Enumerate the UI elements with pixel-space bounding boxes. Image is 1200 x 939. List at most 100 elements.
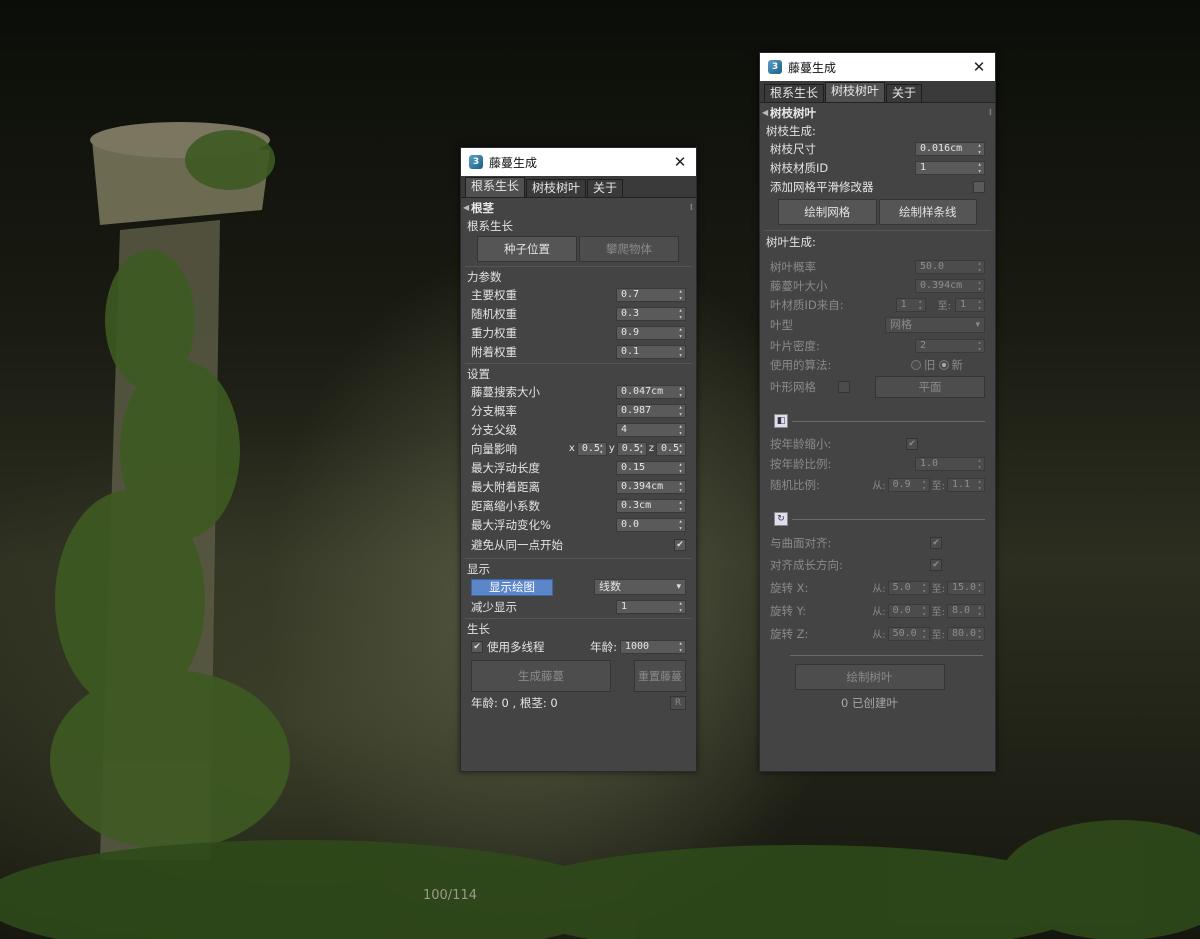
scale-ratio-spinner[interactable]: 1.0	[915, 457, 985, 471]
tab-root-growth[interactable]: 根系生长	[764, 84, 825, 102]
random-scale-to-spinner[interactable]: 1.1	[947, 477, 985, 492]
label: 随机比例:	[770, 477, 820, 492]
scale-section-header: ◧	[762, 400, 993, 434]
branch-parent-spinner[interactable]: 4	[616, 422, 686, 437]
titlebar[interactable]: 3 藤蔓生成 ✕	[760, 53, 995, 81]
scale-by-age-checkbox[interactable]: ✔	[906, 437, 918, 450]
reset-vine-button[interactable]: 重置藤蔓	[634, 660, 686, 692]
collapse-icon[interactable]: ◀	[762, 103, 768, 123]
random-weight-spinner[interactable]: 0.3	[616, 306, 686, 321]
tab-branch-leaf[interactable]: 树枝树叶	[526, 179, 587, 197]
leaf-prob-spinner[interactable]: 50.0	[915, 259, 985, 274]
climb-object-button[interactable]: 攀爬物体	[579, 236, 679, 262]
attach-distance-spinner[interactable]: 0.394cm	[616, 479, 686, 494]
group-label: 设置	[467, 367, 490, 381]
r-button[interactable]: R	[670, 696, 686, 710]
rotate-z-from-spinner[interactable]: 50.0	[887, 626, 930, 641]
draw-mesh-button[interactable]: 绘制网格	[778, 199, 877, 225]
plane-button[interactable]: 平面	[875, 376, 985, 398]
draw-leaf-button[interactable]: 绘制树叶	[794, 664, 945, 690]
leaf-matid-to-spinner[interactable]: 1	[955, 297, 985, 312]
branch-size-spinner[interactable]: 0.016cm	[915, 141, 985, 156]
label: 分支父级	[471, 422, 517, 437]
reduce-display-spinner[interactable]: 1	[616, 599, 686, 614]
direction-z-spinner[interactable]: 0.5	[656, 441, 686, 456]
label: 叶片密度:	[770, 338, 820, 353]
to-label: 至:	[931, 630, 945, 641]
x-label: x	[568, 443, 575, 454]
draw-spline-button[interactable]: 绘制样条线	[878, 199, 977, 225]
rotate-y-to-spinner[interactable]: 8.0	[947, 603, 985, 618]
tab-bar: 根系生长 树枝树叶 关于	[760, 81, 995, 103]
row-algorithm: 使用的算法: 旧 新	[762, 355, 993, 374]
divider	[465, 618, 692, 619]
rotate-x-from-spinner[interactable]: 5.0	[887, 580, 930, 595]
rollout-header[interactable]: ◀ 根茎 ⁞	[461, 198, 696, 218]
leaf-mesh-checkbox[interactable]	[838, 381, 850, 393]
leaf-density-spinner[interactable]: 2	[915, 338, 985, 353]
leaf-status-text: 0 已创建叶	[841, 696, 898, 710]
row-scale-ratio: 按年龄比例: 1.0	[762, 453, 993, 475]
label: 藤蔓搜索大小	[471, 384, 540, 399]
divider	[764, 230, 991, 231]
align-growth-checkbox[interactable]: ✔	[930, 559, 942, 571]
leaf-type-dropdown[interactable]: 网格	[885, 317, 985, 333]
rotate-section-header: ↻	[762, 494, 993, 532]
label: 树叶概率	[770, 259, 816, 274]
rotate-x-to-spinner[interactable]: 15.0	[947, 580, 985, 595]
align-surface-checkbox[interactable]: ✔	[930, 537, 942, 549]
tab-bar: 根系生长 树枝树叶 关于	[461, 176, 696, 198]
from-label: 从:	[872, 584, 886, 595]
row-leaf-mesh: 叶形网格 平面	[762, 374, 993, 400]
float-variation-spinner[interactable]: 0.0	[616, 517, 686, 532]
mesh-smooth-checkbox[interactable]	[973, 180, 985, 193]
float-length-spinner[interactable]: 0.15	[616, 460, 686, 475]
direction-y-spinner[interactable]: 0.5	[616, 441, 647, 456]
age-spinner[interactable]: 1000	[620, 639, 686, 654]
label: 使用的算法:	[770, 357, 832, 372]
gravity-weight-spinner[interactable]: 0.9	[616, 325, 686, 340]
to-label: 至:	[931, 607, 945, 618]
algo-new-radio[interactable]	[938, 359, 949, 370]
direction-x-spinner[interactable]: 0.5	[576, 441, 607, 456]
search-size-spinner[interactable]: 0.047cm	[616, 384, 686, 399]
row-leaf-type: 叶型 网格	[762, 314, 993, 336]
tab-branch-leaf[interactable]: 树枝树叶	[825, 82, 886, 102]
age-label: 年龄:	[590, 639, 617, 654]
tab-root-growth[interactable]: 根系生长	[465, 177, 526, 197]
leaf-matid-from-spinner[interactable]: 1	[895, 297, 926, 312]
titlebar[interactable]: 3 藤蔓生成 ✕	[461, 148, 696, 176]
collapse-icon[interactable]: ◀	[463, 198, 469, 218]
rotate-z-to-spinner[interactable]: 80.0	[947, 626, 985, 641]
close-icon[interactable]: ✕	[971, 58, 987, 76]
rotate-icon: ↻	[774, 512, 788, 526]
close-icon[interactable]: ✕	[672, 153, 688, 171]
row-random-weight: 随机权重 0.3	[463, 304, 694, 323]
show-drawing-button[interactable]: 显示绘图	[471, 578, 553, 596]
row-gravity-weight: 重力权重 0.9	[463, 323, 694, 342]
tab-about[interactable]: 关于	[886, 84, 923, 102]
status-text: 年龄: 0 , 根茎: 0	[471, 696, 558, 710]
algo-old-radio[interactable]	[911, 359, 921, 370]
row-avoid-same-point: 避免从同一点开始 ✔	[463, 534, 694, 556]
random-scale-from-spinner[interactable]: 0.9	[887, 477, 930, 492]
tab-about[interactable]: 关于	[587, 179, 624, 197]
from-label: 从:	[872, 481, 886, 492]
group-settings: 设置 藤蔓搜索大小 0.047cm 分支概率 0.987 分支父级 4 向量影响 x …	[463, 366, 694, 559]
generate-vine-button[interactable]: 生成藤蔓	[471, 660, 611, 692]
multithread-checkbox[interactable]: ✔	[471, 640, 483, 653]
avoid-same-point-checkbox[interactable]: ✔	[674, 539, 686, 551]
attach-weight-spinner[interactable]: 0.1	[616, 344, 686, 359]
z-label: z	[648, 443, 654, 454]
distance-shrink-spinner[interactable]: 0.3cm	[616, 498, 686, 513]
leaf-size-spinner[interactable]: 0.394cm	[915, 278, 985, 293]
seed-position-button[interactable]: 种子位置	[477, 236, 577, 262]
main-weight-spinner[interactable]: 0.7	[616, 287, 686, 302]
row-rotate-x: 旋转 X: 从: 5.0 至: 15.0	[762, 576, 993, 599]
branch-prob-spinner[interactable]: 0.987	[616, 403, 686, 418]
divider	[790, 655, 983, 656]
rollout-header[interactable]: ◀ 树枝树叶 ⁞	[760, 103, 995, 123]
branch-matid-spinner[interactable]: 1	[915, 160, 985, 175]
display-mode-dropdown[interactable]: 线数	[594, 579, 686, 595]
rotate-y-from-spinner[interactable]: 0.0	[887, 603, 930, 618]
